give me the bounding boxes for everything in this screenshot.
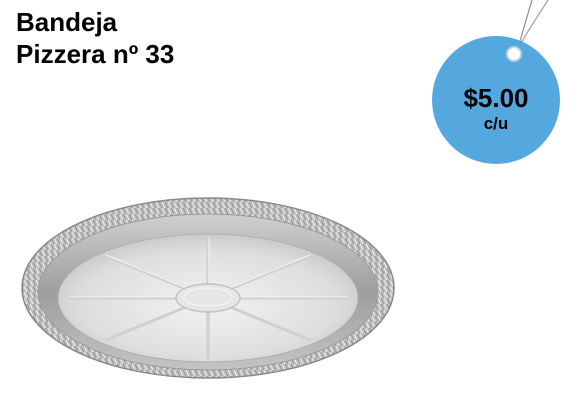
pizza-tray-image [21,197,395,379]
price-value: $5.00 [463,83,529,113]
price-unit: c/u [483,114,509,133]
product-title-line-2: Pizzera nº 33 [16,39,175,69]
product-title: Bandeja Pizzera nº 33 [16,6,174,70]
price-tag: $5.00 c/u [432,36,560,164]
tag-hole [506,46,522,62]
product-title-line-1: Bandeja [16,7,118,37]
